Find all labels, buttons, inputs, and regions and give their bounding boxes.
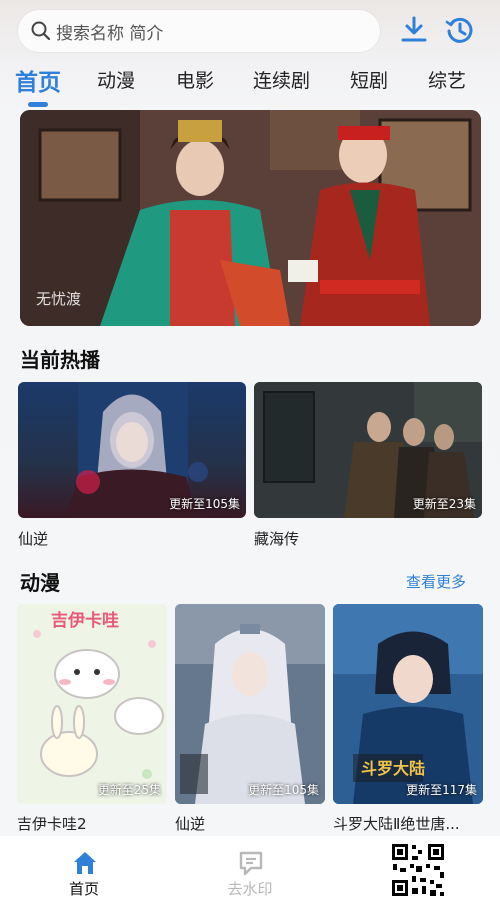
download-icon[interactable] [398, 14, 430, 46]
anime-card-1-poster[interactable]: 吉伊卡哇 更新至25集 [17, 604, 167, 804]
banner-watermark: 无忧渡 [36, 290, 82, 308]
hot-card-1-poster[interactable]: 更新至105集 [18, 382, 246, 518]
anime-card-3-title[interactable]: 斗罗大陆Ⅱ绝世唐... [333, 813, 483, 834]
search-placeholder: 搜索名称 简介 [56, 23, 164, 44]
episode-badge: 更新至105集 [248, 783, 319, 797]
anime-section-title: 动漫 [20, 571, 60, 595]
nav-home[interactable]: 首页 [24, 836, 144, 908]
top-bar: 搜索名称 简介 [0, 0, 500, 62]
hot-card-2-poster[interactable]: 更新至23集 [254, 382, 482, 518]
tab-home[interactable]: 首页 [15, 63, 61, 97]
tab-variety[interactable]: 综艺 [428, 66, 466, 93]
featured-banner[interactable]: 无忧渡 [20, 110, 481, 326]
tab-series[interactable]: 连续剧 [253, 66, 310, 93]
episode-badge: 更新至25集 [97, 783, 161, 797]
history-icon[interactable] [444, 14, 476, 46]
category-tabs: 首页 动漫 电影 连续剧 短剧 综艺 [0, 62, 500, 108]
anime-more-link[interactable]: 查看更多 [406, 571, 466, 592]
episode-badge: 更新至23集 [412, 497, 476, 511]
poster-image [17, 604, 167, 804]
banner-image [20, 110, 481, 326]
poster-title-text: 吉伊卡哇 [51, 611, 119, 631]
tab-anime[interactable]: 动漫 [97, 66, 135, 93]
episode-badge: 更新至105集 [169, 497, 240, 511]
home-icon [74, 852, 96, 874]
anime-card-2-title[interactable]: 仙逆 [175, 813, 325, 834]
poster-image: 斗罗大陆 [333, 604, 483, 804]
tab-short-drama[interactable]: 短剧 [350, 66, 388, 93]
nav-watermark-label: 去水印 [227, 880, 273, 898]
search-input[interactable]: 搜索名称 简介 [18, 10, 380, 52]
anime-card-2-poster[interactable]: 更新至105集 [175, 604, 325, 804]
poster-image [175, 604, 325, 804]
nav-home-label: 首页 [68, 880, 99, 898]
anime-card-3-poster[interactable]: 斗罗大陆 更新至117集 [333, 604, 483, 804]
anime-card-1-title[interactable]: 吉伊卡哇2 [17, 813, 167, 834]
search-icon [31, 21, 51, 41]
qr-code-icon[interactable] [390, 842, 446, 898]
hot-section-title: 当前热播 [20, 348, 100, 372]
watermark-remove-icon [239, 851, 263, 876]
active-tab-indicator [28, 102, 48, 107]
hot-card-2-title[interactable]: 藏海传 [254, 528, 482, 549]
nav-watermark[interactable]: 去水印 [190, 836, 310, 908]
episode-badge: 更新至117集 [406, 783, 477, 797]
tab-movie[interactable]: 电影 [176, 66, 214, 93]
svg-text:斗罗大陆: 斗罗大陆 [361, 759, 425, 778]
hot-card-1-title[interactable]: 仙逆 [18, 528, 246, 549]
